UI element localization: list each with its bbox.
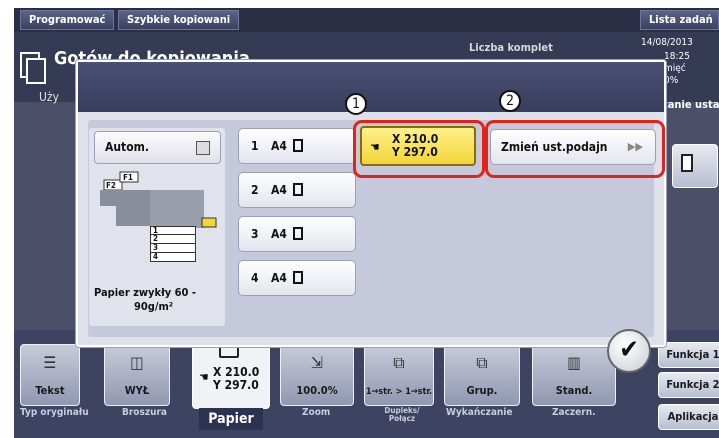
auto-label: Autom. [105, 140, 149, 154]
function-2-button[interactable]: Funkcja 2 [658, 372, 719, 398]
settings-hint: zanie usta [662, 98, 719, 111]
function-1-button[interactable]: Funkcja 1 [658, 342, 719, 368]
paper-size-y: Y 297.0 [213, 378, 259, 392]
paper-type-info: Papier zwykły 60 - 90g/m² [94, 286, 224, 314]
quick-copy-button[interactable]: Szybkie kopiowani [118, 10, 240, 30]
caption-duplex: Dupleks/ Połącz [384, 406, 420, 423]
caption-booklet: Broszura [122, 407, 167, 418]
portrait-paper-icon [293, 227, 303, 240]
tray-f2-label: F2 [106, 181, 116, 190]
preview-thumb[interactable] [672, 144, 718, 188]
tile-original-type[interactable]: ☰ Tekst [20, 344, 80, 406]
finisher-body [116, 196, 150, 226]
caption-finishing: Wykańczanie [446, 407, 513, 418]
portrait-paper-icon [293, 183, 303, 196]
top-bar: Programować Szybkie kopiowani Lista zada… [14, 8, 719, 32]
hand-icon: ☚ [199, 370, 209, 384]
ok-checkmark-button[interactable]: ✔ [607, 329, 651, 373]
bypass-tray [201, 217, 217, 228]
auto-paper-button[interactable]: Autom. [94, 131, 221, 164]
tray-3-button[interactable]: 3 A4 [238, 216, 356, 252]
paper-type-line1: Papier zwykły 60 - [94, 286, 196, 299]
program-button[interactable]: Programować [20, 10, 115, 30]
highlight-ring-1 [353, 120, 485, 178]
tray-2-button[interactable]: 2 A4 [238, 172, 356, 208]
document-icon: ☰ [43, 353, 57, 372]
zoom-icon: ⇲ [310, 353, 324, 372]
status-subtitle: Uży [39, 90, 59, 104]
memory-value: 0% [664, 75, 679, 86]
dialog-header [78, 62, 664, 112]
grouping-icon: ⧉ [476, 353, 488, 372]
caption-density: Zaczern. [552, 407, 596, 418]
checkbox-icon [196, 141, 210, 155]
copy-icon-front [26, 58, 46, 84]
tile-density[interactable]: ▥ Stand. [532, 344, 616, 406]
booklet-icon: ◫ [130, 353, 144, 372]
copies-count-label: Liczba komplet [469, 41, 553, 54]
tray-stack: 1 2 3 4 [150, 226, 196, 262]
time-memory-readout: 18:25 mięć 0% [664, 51, 690, 87]
tile-zoom[interactable]: ⇲ 100.0% [280, 344, 354, 406]
tray-1-button[interactable]: 1 A4 [238, 128, 356, 164]
portrait-paper-icon [293, 271, 303, 284]
tray-4-button[interactable]: 4 A4 [238, 260, 356, 296]
tray-4-slot: 4 [150, 253, 196, 262]
tray-f1-label: F1 [123, 173, 133, 182]
caption-original-type: Typ oryginału [20, 407, 89, 418]
density-icon: ▥ [567, 353, 581, 372]
callout-1: 1 [345, 93, 367, 115]
callout-2: 2 [499, 90, 521, 112]
page-icon [681, 154, 693, 172]
date-readout: 14/08/2013 [641, 37, 693, 48]
time-readout: 18:25 [664, 51, 690, 62]
applications-button[interactable]: Aplikacja [658, 404, 719, 430]
tray-diagram-icon: F2 F1 [100, 171, 217, 228]
memory-label: mięć [664, 63, 686, 74]
caption-paper: Papier [199, 408, 263, 430]
tile-booklet[interactable]: ◫ WYŁ [104, 344, 170, 406]
caption-zoom: Zoom [302, 407, 331, 418]
tile-duplex[interactable]: ⧉ 1→str. > 1→str. [364, 344, 434, 406]
paper-type-line2: 90g/m² [134, 300, 174, 313]
portrait-paper-icon [293, 139, 303, 152]
machine-body [150, 190, 204, 228]
highlight-ring-2 [485, 120, 665, 178]
job-list-button[interactable]: Lista zadań [640, 10, 719, 30]
duplex-icon: ⧉ [393, 353, 405, 372]
tile-grouping[interactable]: ⧉ Grup. [444, 344, 520, 406]
